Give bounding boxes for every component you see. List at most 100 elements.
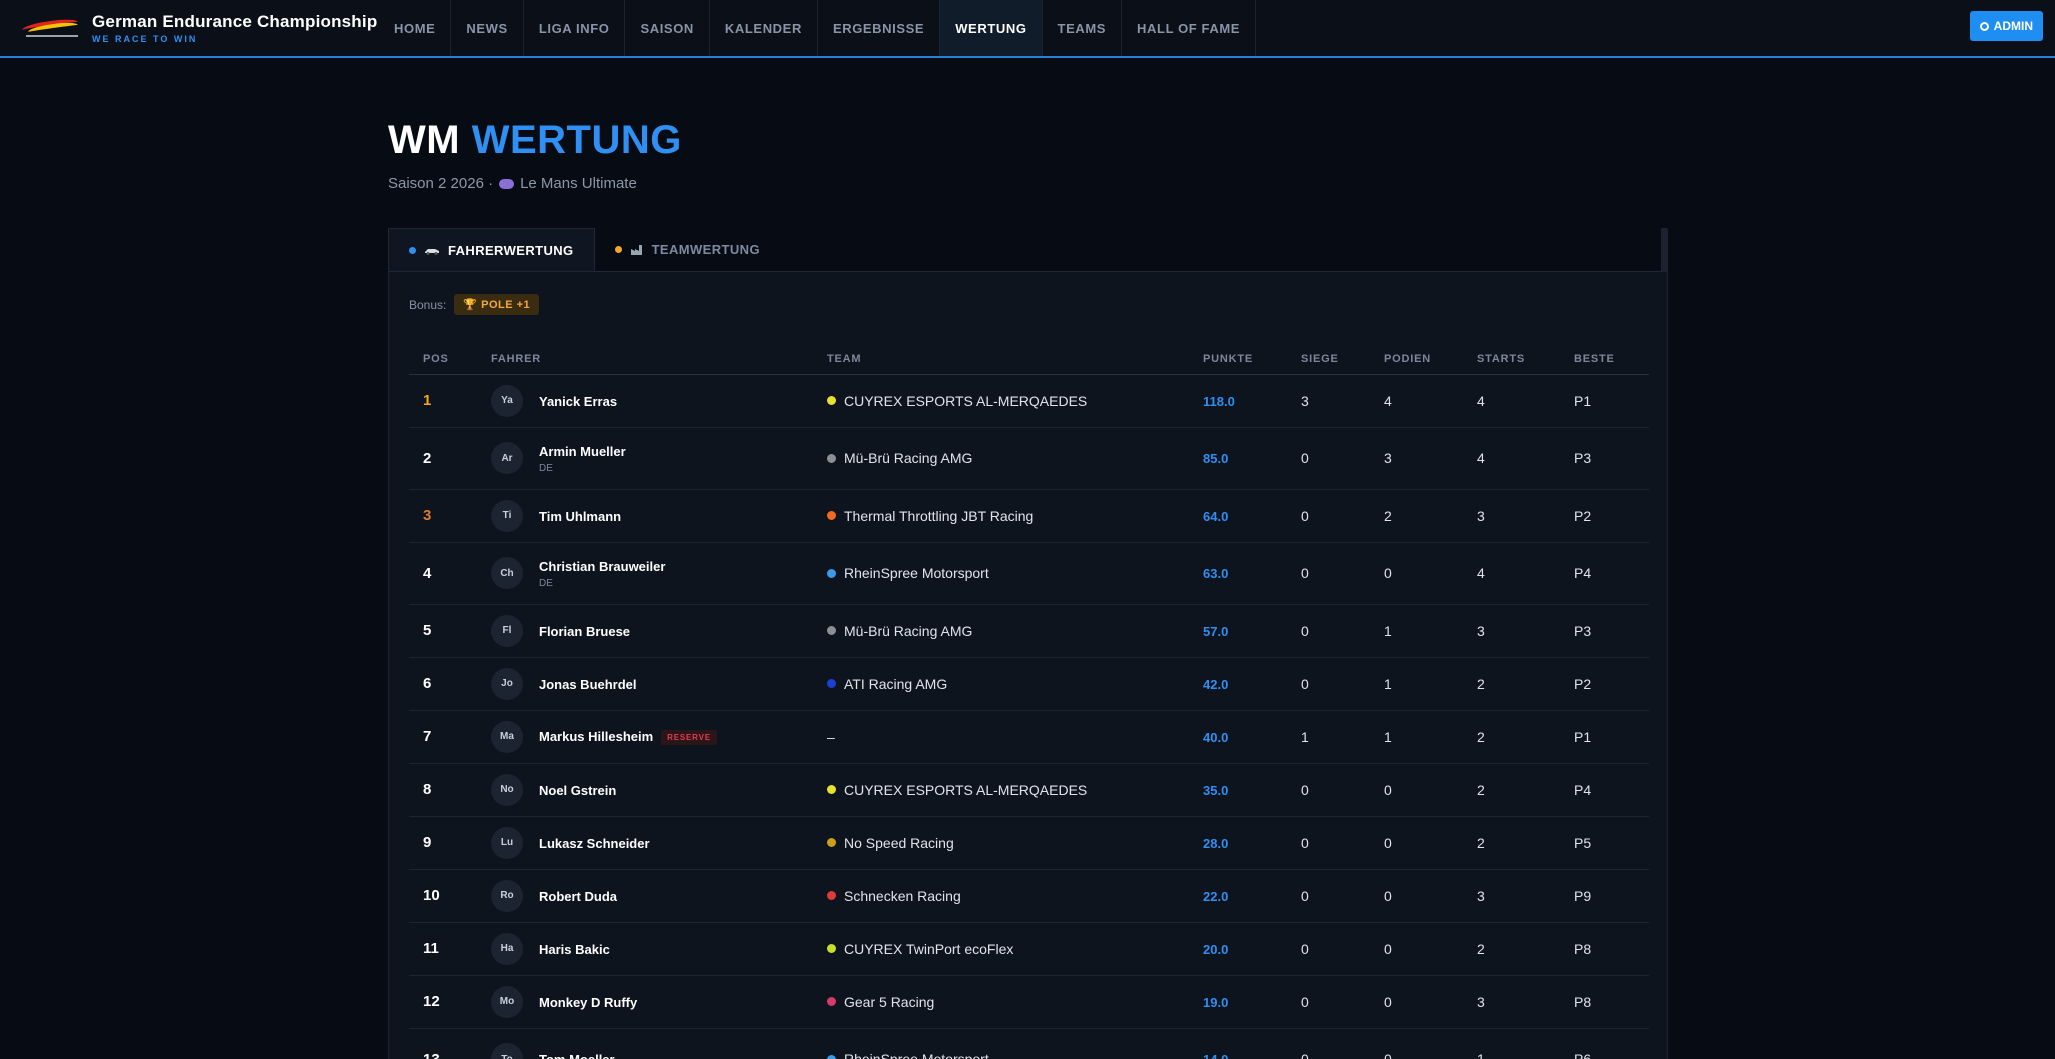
team-name[interactable]: CUYREX TwinPort ecoFlex [844, 941, 1013, 957]
cell-wins: 0 [1287, 542, 1370, 605]
page-title-accent: WERTUNG [471, 118, 682, 162]
table-row[interactable]: 10 Ro Robert Duda Schnecken Racing 22.0 0 0 3 P9 [409, 869, 1649, 923]
cell-pos: 6 [409, 657, 477, 711]
tab-fahrerwertung[interactable]: FAHRERWERTUNG [388, 228, 595, 271]
position: 1 [423, 392, 432, 409]
col-best[interactable]: BESTE [1560, 344, 1649, 375]
scrollbar-thumb[interactable] [1661, 228, 1668, 272]
driver-name[interactable]: Tom Moeller [539, 1052, 615, 1059]
team-name[interactable]: CUYREX ESPORTS AL-MERQAEDES [844, 393, 1087, 409]
col-podiums[interactable]: PODIEN [1370, 344, 1463, 375]
team-name[interactable]: CUYREX ESPORTS AL-MERQAEDES [844, 782, 1087, 798]
cell-best: P4 [1560, 763, 1649, 817]
cell-team: RheinSpree Motorsport [813, 542, 1189, 605]
table-row[interactable]: 9 Lu Lukasz Schneider No Speed Racing 28.0 0 0… [409, 816, 1649, 870]
driver-name[interactable]: Armin Mueller [539, 444, 626, 459]
team-name[interactable]: RheinSpree Motorsport [844, 565, 989, 581]
brand-title: German Endurance Championship [92, 12, 378, 31]
col-driver[interactable]: FAHRER [477, 344, 813, 375]
table-row[interactable]: 8 No Noel Gstrein CUYREX ESPORTS AL-MERQAED… [409, 763, 1649, 817]
cell-team: Thermal Throttling JBT Racing [813, 489, 1189, 543]
points-value: 85.0 [1203, 451, 1229, 466]
position: 4 [423, 564, 432, 582]
page-header: WM WERTUNG Saison 2 2026 · Le Mans Ultim… [388, 118, 682, 192]
col-starts[interactable]: STARTS [1463, 344, 1560, 375]
nav-kalender[interactable]: KALENDER [710, 0, 818, 56]
driver-name[interactable]: Robert Duda [539, 889, 617, 904]
cell-wins: 0 [1287, 604, 1370, 658]
driver-name[interactable]: Markus Hillesheim [539, 729, 653, 744]
avatar: Ya [491, 384, 523, 417]
team-name[interactable]: ATI Racing AMG [844, 676, 947, 692]
col-pos[interactable]: POS [409, 344, 477, 375]
cell-team: Mü-Brü Racing AMG [813, 427, 1189, 490]
nav-hall-of-fame[interactable]: HALL OF FAME [1122, 0, 1257, 56]
driver-nationality: DE [539, 577, 553, 589]
points-value: 28.0 [1203, 835, 1229, 851]
nav-news[interactable]: NEWS [451, 0, 524, 56]
admin-button[interactable]: ADMIN [1969, 11, 2043, 41]
table-row[interactable]: 11 Ha Haris Bakic CUYREX TwinPort ecoFlex 20… [409, 922, 1649, 976]
table-row[interactable]: 4 Ch Christian Brauweiler DE RheinSpree Moto… [409, 542, 1649, 605]
table-row[interactable]: 3 Ti Tim Uhlmann Thermal Throttling JBT Rac… [409, 489, 1649, 543]
team-name[interactable]: No Speed Racing [844, 835, 954, 851]
table-row[interactable]: 6 Jo Jonas Buehrdel ATI Racing AMG 42.0 0 1 2 P2 [409, 657, 1649, 711]
nav-teams[interactable]: TEAMS [1043, 0, 1123, 56]
team-name[interactable]: RheinSpree Motorsport [844, 1051, 989, 1059]
driver-name[interactable]: Noel Gstrein [539, 783, 616, 798]
cell-podiums: 1 [1370, 604, 1463, 658]
team-name[interactable]: Schnecken Racing [844, 888, 961, 904]
standings-body: Bonus: 🏆 POLE +1 POS FAHRER TEAM PUNKTE … [388, 272, 1668, 1059]
nav-home[interactable]: HOME [379, 0, 452, 56]
cell-pos: 12 [409, 975, 477, 1029]
avatar: Jo [491, 667, 523, 700]
nav-ergebnisse[interactable]: ERGEBNISSE [818, 0, 941, 56]
team-name[interactable]: Thermal Throttling JBT Racing [844, 508, 1033, 524]
table-row[interactable]: 12 Mo Monkey D Ruffy Gear 5 Racing 19.0 0 0 3 P8 [409, 975, 1649, 1029]
standings-table: POS FAHRER TEAM PUNKTE SIEGE PODIEN STAR… [409, 344, 1649, 1059]
brand-slogan: WE RACE TO WIN [92, 34, 198, 44]
cell-wins: 0 [1287, 975, 1370, 1029]
brand[interactable]: German Endurance Championship WE RACE TO… [0, 0, 380, 56]
table-row[interactable]: 5 Fl Florian Bruese Mü-Brü Racing AMG 57.0 0 1… [409, 604, 1649, 658]
cell-wins: 0 [1287, 922, 1370, 976]
cell-podiums: 4 [1370, 374, 1463, 428]
driver-name[interactable]: Yanick Erras [539, 394, 617, 409]
driver-name[interactable]: Tim Uhlmann [539, 509, 621, 524]
cell-podiums: 0 [1370, 542, 1463, 605]
tab-teamwertung[interactable]: TEAMWERTUNG [595, 228, 780, 271]
team-color-dot [827, 997, 836, 1006]
driver-name[interactable]: Lukasz Schneider [539, 836, 650, 851]
bonus-label: Bonus: [409, 297, 447, 312]
team-name[interactable]: Mü-Brü Racing AMG [844, 450, 972, 466]
nav-saison[interactable]: SAISON [625, 0, 710, 56]
table-row[interactable]: 13 To Tom Moeller RheinSpree Motorsport 14.0… [409, 1028, 1649, 1059]
col-team[interactable]: TEAM [813, 344, 1189, 375]
team-name[interactable]: Gear 5 Racing [844, 994, 934, 1010]
nav-wertung[interactable]: WERTUNG [940, 0, 1043, 56]
points-value: 40.0 [1203, 729, 1229, 745]
cell-wins: 0 [1287, 489, 1370, 543]
driver-name[interactable]: Jonas Buehrdel [539, 677, 637, 692]
position: 5 [423, 622, 432, 639]
col-points[interactable]: PUNKTE [1189, 344, 1287, 375]
points-value: 118.0 [1203, 393, 1235, 409]
driver-name[interactable]: Haris Bakic [539, 942, 610, 957]
avatar: Ma [491, 720, 523, 753]
team-name[interactable]: Mü-Brü Racing AMG [844, 623, 972, 639]
table-row[interactable]: 7 Ma Markus Hillesheim RESERVE –40.0 1 1 2 P1 [409, 710, 1649, 764]
table-row[interactable]: 1 Ya Yanick Erras CUYREX ESPORTS AL-MERQAED… [409, 374, 1649, 428]
nav-liga-info[interactable]: LIGA INFO [524, 0, 626, 56]
team-color-dot [827, 891, 836, 900]
col-wins[interactable]: SIEGE [1287, 344, 1370, 375]
cell-pos: 13 [409, 1028, 477, 1059]
team-name[interactable]: – [827, 729, 835, 745]
table-row[interactable]: 2 Ar Armin Mueller DE Mü-Brü Racing AMG 85.0 0… [409, 427, 1649, 490]
avatar: No [491, 773, 523, 806]
cell-best: P1 [1560, 710, 1649, 764]
driver-nationality: DE [539, 462, 553, 474]
driver-name[interactable]: Christian Brauweiler [539, 559, 665, 574]
points-value: 20.0 [1203, 941, 1229, 957]
driver-name[interactable]: Monkey D Ruffy [539, 995, 637, 1010]
driver-name[interactable]: Florian Bruese [539, 624, 630, 639]
